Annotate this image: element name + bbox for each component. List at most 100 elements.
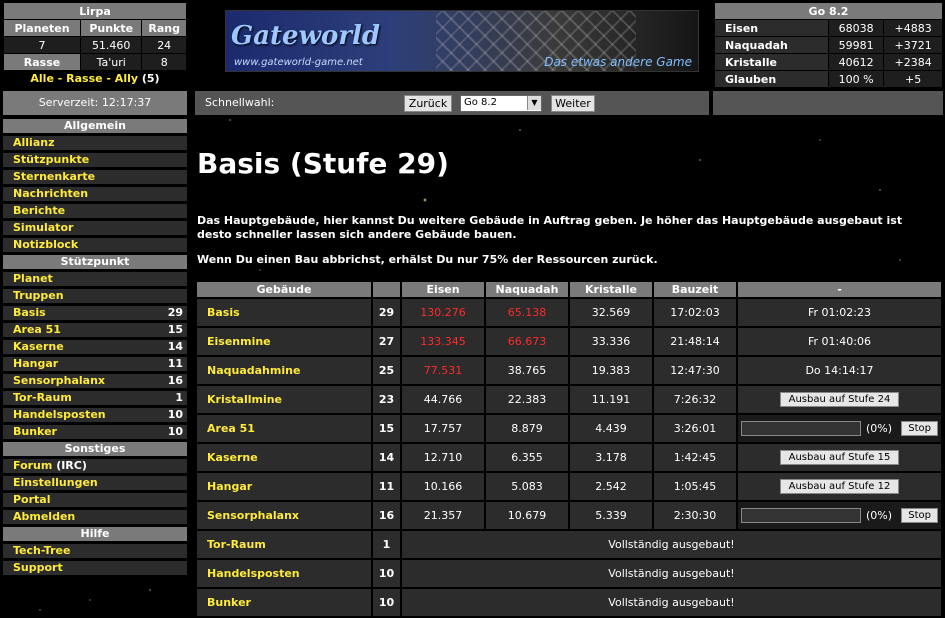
- sidebar-item-truppen[interactable]: Truppen: [3, 289, 187, 303]
- upgrade-button[interactable]: Ausbau auf Stufe 15: [779, 450, 900, 465]
- table-row: Naquadahmine 25 77.531 38.765 19.383 12:47:30…: [197, 357, 941, 384]
- sidebar-item-handelsposten[interactable]: Handelsposten 10: [3, 408, 187, 422]
- table-row: Bunker 10 Vollständig ausgebaut!: [197, 589, 941, 616]
- planet-select[interactable]: Go 8.2 ▼: [460, 95, 542, 112]
- sidebar-item-einstellungen[interactable]: Einstellungen: [3, 476, 187, 490]
- next-button[interactable]: Weiter: [551, 95, 595, 112]
- cost-naquadah: 38.765: [486, 357, 568, 384]
- chevron-down-icon[interactable]: ▼: [527, 96, 541, 110]
- building-level: 16: [167, 374, 183, 387]
- stop-button[interactable]: Stop: [901, 508, 938, 523]
- sidebar-item-berichte[interactable]: Berichte: [3, 204, 187, 218]
- sidebar-item-label[interactable]: Basis: [13, 306, 46, 319]
- sidebar-section-title: Hilfe: [3, 527, 187, 541]
- completion-time: Fr 01:40:06: [738, 328, 941, 355]
- build-time: 7:26:32: [654, 386, 736, 413]
- rank-value: 24: [142, 37, 186, 53]
- stop-button[interactable]: Stop: [901, 421, 938, 436]
- upgrade-button[interactable]: Ausbau auf Stufe 24: [779, 392, 900, 407]
- server-time: Serverzeit: 12:17:37: [3, 91, 187, 115]
- build-time: 1:05:45: [654, 473, 736, 500]
- building-name-link[interactable]: Handelsposten: [197, 560, 371, 587]
- sidebar-item-nachrichten[interactable]: Nachrichten: [3, 187, 187, 201]
- sidebar-section-title: Sonstiges: [3, 442, 187, 456]
- building-level: 15: [373, 415, 400, 442]
- sidebar-item-simulator[interactable]: Simulator: [3, 221, 187, 235]
- sidebar-item-tor-raum[interactable]: Tor-Raum 1: [3, 391, 187, 405]
- sidebar-item-planet[interactable]: Planet: [3, 272, 187, 286]
- building-name-link[interactable]: Basis: [197, 299, 371, 326]
- sidebar-item-stuetzpunkte[interactable]: Stützpunkte: [3, 153, 187, 167]
- sidebar-item-label[interactable]: Einstellungen: [13, 476, 98, 489]
- table-row: Hangar 11 10.166 5.083 2.542 1:05:45 Ausbau au…: [197, 473, 941, 500]
- cost-eisen: 44.766: [402, 386, 484, 413]
- sidebar-item-label[interactable]: Tech-Tree: [13, 544, 70, 557]
- sidebar-item-hangar[interactable]: Hangar 11: [3, 357, 187, 371]
- sidebar-item-irc-link[interactable]: (IRC): [56, 459, 87, 472]
- building-name-link[interactable]: Bunker: [197, 589, 371, 616]
- sidebar-item-abmelden[interactable]: Abmelden: [3, 510, 187, 524]
- sidebar-item-label[interactable]: Forum: [13, 459, 52, 472]
- resource-delta: +4883: [884, 20, 942, 36]
- sidebar-item-label[interactable]: Notizblock: [13, 238, 78, 251]
- sidebar-item-label[interactable]: Planet: [13, 272, 53, 285]
- building-name-link[interactable]: Sensorphalanx: [197, 502, 371, 529]
- resource-name: Naquadah: [715, 37, 829, 53]
- sidebar-item-label[interactable]: Allianz: [13, 136, 54, 149]
- building-name-link[interactable]: Area 51: [197, 415, 371, 442]
- cost-eisen: 21.357: [402, 502, 484, 529]
- sidebar-item-kaserne[interactable]: Kaserne 14: [3, 340, 187, 354]
- table-row: Kristallmine 23 44.766 22.383 11.191 7:26:32 A…: [197, 386, 941, 413]
- sidebar-item-bunker[interactable]: Bunker 10: [3, 425, 187, 439]
- ranking-links[interactable]: Alle - Rasse - Ally (5): [3, 72, 187, 85]
- sidebar-item-basis[interactable]: Basis 29: [3, 306, 187, 320]
- sidebar-item-area-51[interactable]: Area 51 15: [3, 323, 187, 337]
- sidebar-item-support[interactable]: Support: [3, 561, 187, 575]
- back-button[interactable]: Zurück: [404, 95, 452, 112]
- cost-kristalle: 32.569: [570, 299, 652, 326]
- sidebar-item-sternenkarte[interactable]: Sternenkarte: [3, 170, 187, 184]
- building-name-link[interactable]: Tor-Raum: [197, 531, 371, 558]
- building-level: 14: [167, 340, 183, 353]
- sidebar-item-label[interactable]: Sternenkarte: [13, 170, 95, 183]
- building-level: 16: [373, 502, 400, 529]
- column-header: [373, 282, 400, 297]
- building-name-link[interactable]: Hangar: [197, 473, 371, 500]
- sidebar-item-label[interactable]: Bunker: [13, 425, 57, 438]
- building-name-link[interactable]: Kaserne: [197, 444, 371, 471]
- sidebar-item-label[interactable]: Berichte: [13, 204, 65, 217]
- sidebar-item-label[interactable]: Abmelden: [13, 510, 75, 523]
- sidebar-section-title: Allgemein: [3, 119, 187, 133]
- build-time: 1:42:45: [654, 444, 736, 471]
- sidebar-item-label[interactable]: Tor-Raum: [13, 391, 72, 404]
- sidebar-item-label[interactable]: Nachrichten: [13, 187, 88, 200]
- ranking-links-text[interactable]: Alle - Rasse - Ally: [30, 72, 138, 85]
- planets-value: 7: [4, 37, 81, 53]
- upgrade-button[interactable]: Ausbau auf Stufe 12: [779, 479, 900, 494]
- sidebar-item-label[interactable]: Sensorphalanx: [13, 374, 105, 387]
- fully-built-status: Vollständig ausgebaut!: [402, 589, 941, 616]
- build-time: 21:48:14: [654, 328, 736, 355]
- sidebar-item-label[interactable]: Area 51: [13, 323, 61, 336]
- sidebar-item-forum[interactable]: Forum (IRC): [3, 459, 187, 473]
- sidebar-item-label[interactable]: Portal: [13, 493, 51, 506]
- sidebar-item-allianz[interactable]: Allianz: [3, 136, 187, 150]
- building-name-link[interactable]: Kristallmine: [197, 386, 371, 413]
- sidebar-item-label[interactable]: Hangar: [13, 357, 58, 370]
- sidebar-item-notizblock[interactable]: Notizblock: [3, 238, 187, 252]
- building-name-link[interactable]: Naquadahmine: [197, 357, 371, 384]
- sidebar-item-label[interactable]: Support: [13, 561, 63, 574]
- sidebar-item-portal[interactable]: Portal: [3, 493, 187, 507]
- sidebar-item-label[interactable]: Simulator: [13, 221, 73, 234]
- sidebar-item-tech-tree[interactable]: Tech-Tree: [3, 544, 187, 558]
- action-cell: Ausbau auf Stufe 24: [738, 386, 941, 413]
- sidebar-item-label[interactable]: Truppen: [13, 289, 64, 302]
- gateworld-banner[interactable]: Gateworld www.gateworld-game.net Das etw…: [225, 10, 699, 72]
- sidebar-item-label[interactable]: Handelsposten: [13, 408, 106, 421]
- sidebar-item-label[interactable]: Kaserne: [13, 340, 64, 353]
- sidebar-item-sensorphalanx[interactable]: Sensorphalanx 16: [3, 374, 187, 388]
- build-time: 2:30:30: [654, 502, 736, 529]
- building-name-link[interactable]: Eisenmine: [197, 328, 371, 355]
- sidebar-item-label[interactable]: Stützpunkte: [13, 153, 89, 166]
- building-level: 25: [373, 357, 400, 384]
